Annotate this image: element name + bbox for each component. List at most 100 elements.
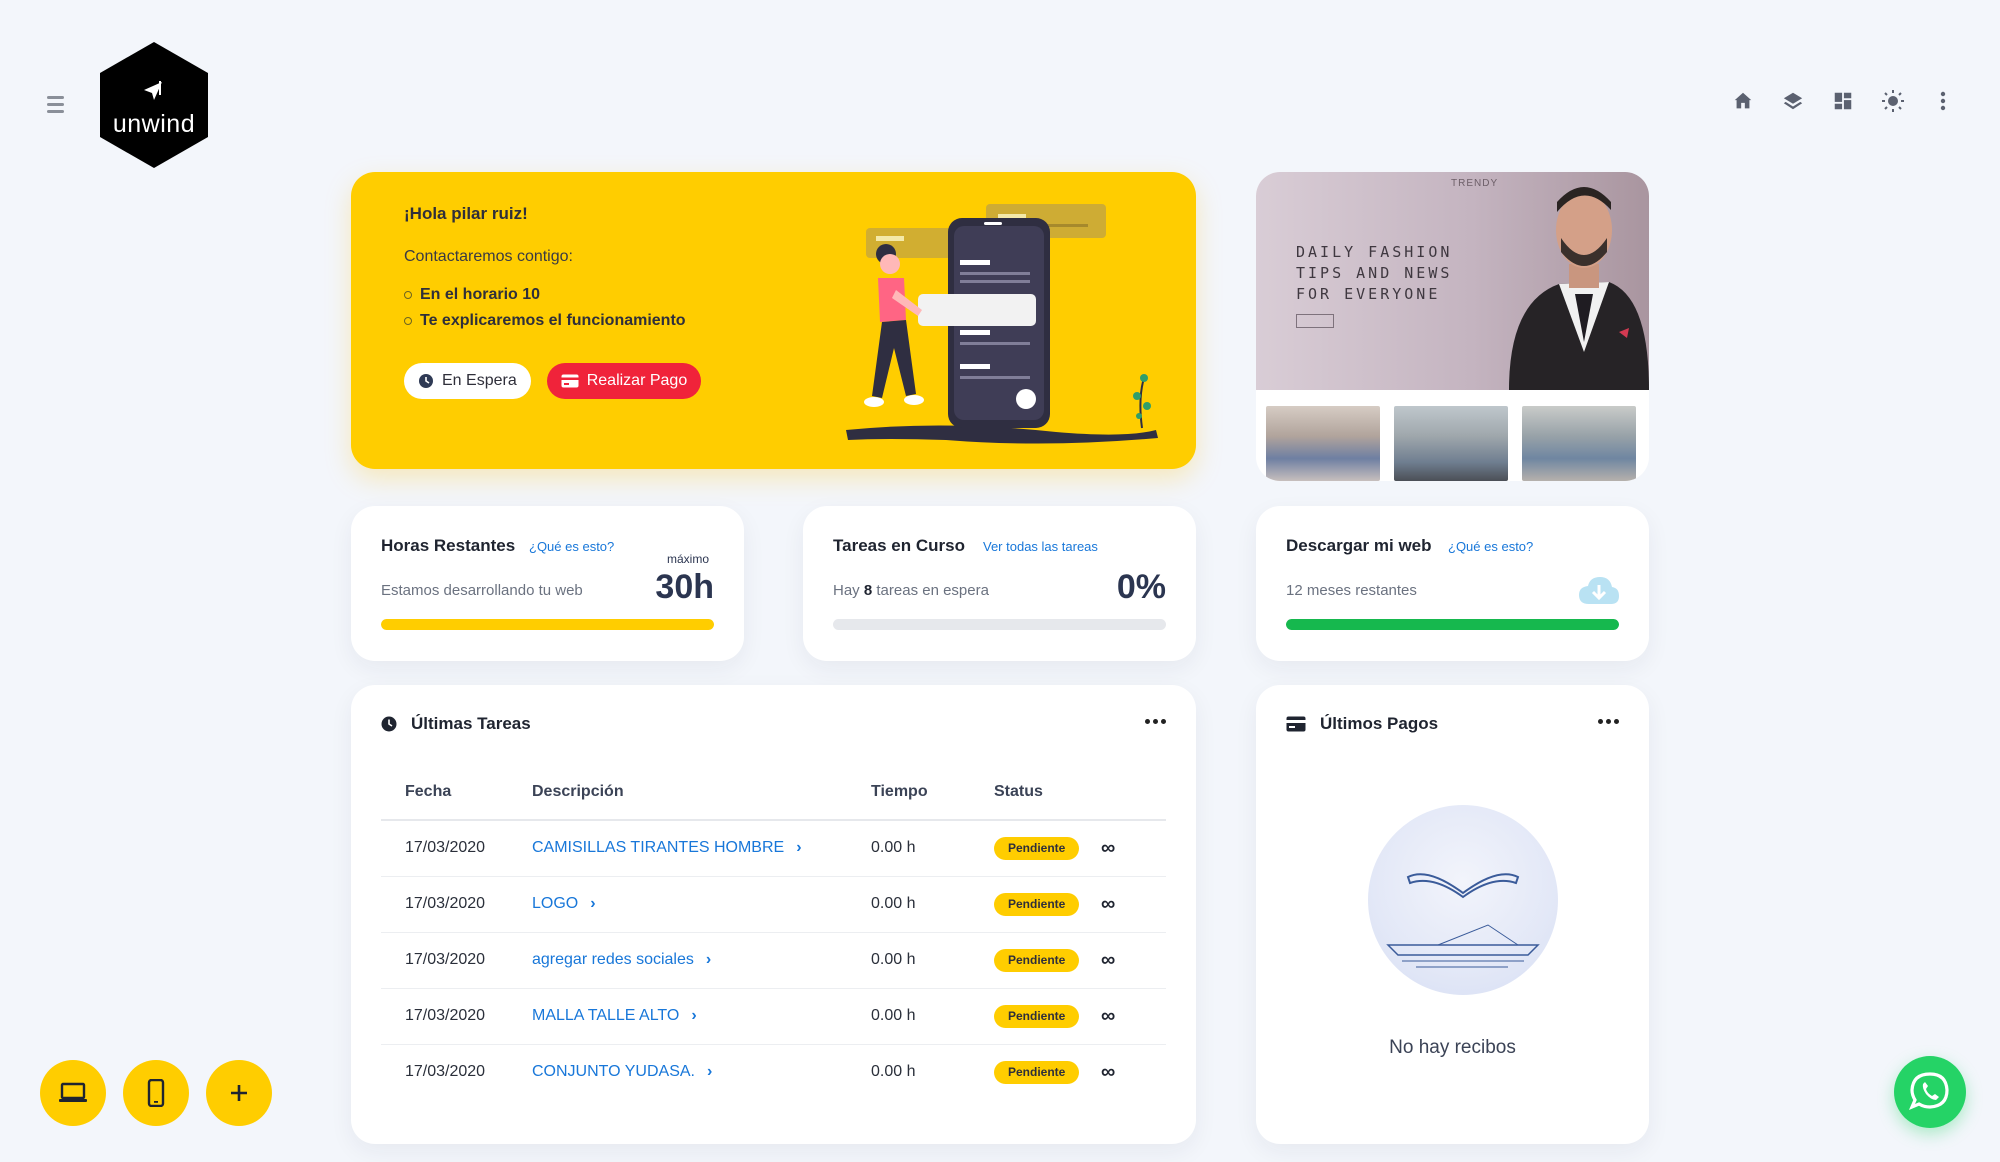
infinity-icon[interactable]: ∞ [1101,876,1166,933]
contact-text: Contactaremos contigo: [404,248,573,265]
description-link[interactable]: LOGO › [532,876,871,933]
progress-fill [381,619,714,630]
clock-icon [381,716,397,732]
status-cell: Pendiente [994,988,1101,1045]
desktop-view-button[interactable] [40,1060,106,1126]
table-row: 17/03/2020 CONJUNTO YUDASA. › 0.00 h Pend… [381,1044,1166,1100]
logo-text: unwind [112,110,196,138]
progress-fill [1286,619,1619,630]
date-cell: 17/03/2020 [381,820,532,877]
infinity-icon[interactable]: ∞ [1101,988,1166,1045]
latest-payments-panel: Últimos Pagos No hay recibos [1256,685,1649,1144]
time-cell: 0.00 h [871,988,994,1045]
more-horizontal-icon[interactable] [1145,719,1166,724]
column-header: Status [994,764,1101,821]
infinity-icon[interactable]: ∞ [1101,820,1166,877]
column-header [1101,764,1166,821]
column-header: Descripción [532,764,871,821]
what-is-this-link[interactable]: ¿Qué es esto? [1448,539,1533,554]
description-link[interactable]: CAMISILLAS TIRANTES HOMBRE › [532,820,871,877]
hours-progress-bar [381,619,714,630]
tasks-table: Fecha Descripción Tiempo Status 17/03/20… [381,764,1166,1100]
bullet-icon [404,291,412,299]
status-badge: Pendiente [994,836,1080,860]
dashboard-icon[interactable] [1830,88,1856,114]
empty-state-illustration [1368,805,1558,995]
credit-card-icon [561,374,579,388]
download-progress-bar [1286,619,1619,630]
latest-tasks-panel: Últimas Tareas Fecha Descripción Tiempo … [351,685,1196,1144]
welcome-card: ¡Hola pilar ruiz! Contactaremos contigo:… [351,172,1196,469]
infinity-icon[interactable]: ∞ [1101,1044,1166,1100]
info-list-item: Te explicaremos el funcionamiento [404,312,686,330]
phone-illustration-icon [846,204,1158,444]
chevron-right-icon: › [705,951,712,968]
column-header: Tiempo [871,764,994,821]
status-cell: Pendiente [994,876,1101,933]
more-horizontal-icon[interactable] [1598,719,1619,724]
description-link[interactable]: agregar redes sociales › [532,932,871,989]
thumbnail-image[interactable] [1522,406,1636,481]
menu-toggle-button[interactable] [44,92,68,116]
card-title: Horas Restantes [381,536,516,555]
hero-actions: En Espera Realizar Pago [404,363,702,399]
tasks-in-progress-card: Tareas en Curso Ver todas las tareas 0% … [803,506,1196,661]
status-badge: Pendiente [994,892,1080,916]
time-cell: 0.00 h [871,820,994,877]
chevron-right-icon: › [796,839,802,857]
more-vertical-icon[interactable] [1930,88,1956,114]
status-badge: Pendiente [994,1004,1080,1028]
description-link[interactable]: MALLA TALLE ALTO › [532,988,871,1045]
read-more-button[interactable] [1296,314,1334,328]
status-cell: Pendiente [994,1044,1101,1100]
info-list: En el horario 10 Te explicaremos el func… [404,286,686,338]
panel-header: Últimas Tareas [381,714,531,734]
status-cell: Pendiente [994,820,1101,877]
empty-state-text: No hay recibos [1389,1037,1516,1058]
whatsapp-button[interactable] [1894,1056,1966,1128]
waiting-button[interactable]: En Espera [404,363,531,399]
layers-icon[interactable] [1780,88,1806,114]
card-subtitle: Estamos desarrollando tu web [381,582,583,599]
home-icon[interactable] [1730,88,1756,114]
card-subtitle: Hay 8 tareas en espera [833,582,989,599]
cloud-download-icon[interactable] [1577,574,1621,606]
description-link[interactable]: CONJUNTO YUDASA. › [532,1044,871,1100]
what-is-this-link[interactable]: ¿Qué es esto? [529,539,614,554]
bullet-icon [404,317,412,325]
panel-title: Últimas Tareas [411,714,531,733]
date-cell: 17/03/2020 [405,1063,486,1081]
percent-value: 0% [1116,568,1166,606]
table-row: 17/03/2020 LOGO › 0.00 h Pendiente ∞ [381,876,1166,933]
chevron-right-icon: › [707,1063,713,1081]
table-header-row: Fecha Descripción Tiempo Status [381,764,1166,821]
view-all-tasks-link[interactable]: Ver todas las tareas [983,539,1098,554]
brightness-icon[interactable] [1880,88,1906,114]
date-cell: 17/03/2020 [381,932,532,989]
infinity-icon[interactable]: ∞ [1101,932,1166,989]
add-button[interactable] [206,1060,272,1126]
model-photo-icon [1509,187,1649,390]
table-row: 17/03/2020 agregar redes sociales › 0.00 … [381,932,1166,989]
max-label: máximo [666,552,709,566]
table-row: 17/03/2020 CAMISILLAS TIRANTES HOMBRE › 0… [381,820,1166,877]
make-payment-button[interactable]: Realizar Pago [546,363,702,399]
top-toolbar [1730,88,1956,114]
thumbnail-image[interactable] [1394,406,1508,481]
time-cell: 0.00 h [871,932,994,989]
thumbnail-row [1266,406,1636,481]
panel-title: Últimos Pagos [1320,714,1439,733]
plus-icon [231,1085,247,1101]
panel-header: Últimos Pagos [1286,714,1438,734]
tasks-progress-bar [833,619,1166,630]
laptop-icon [59,1082,87,1102]
logo[interactable]: unwind [96,40,212,170]
mobile-view-button[interactable] [123,1060,189,1126]
card-title: Tareas en Curso [833,536,965,555]
fashion-ad-banner[interactable]: TRENDY DAILY FASHION TIPS AND NEWS FOR E… [1256,172,1649,481]
download-web-card: Descargar mi web ¿Qué es esto? 12 meses … [1256,506,1649,661]
open-book-icon [1386,873,1540,968]
ad-tagline: DAILY FASHION TIPS AND NEWS FOR EVERYONE [1296,243,1453,303]
chevron-right-icon: › [590,895,596,912]
thumbnail-image[interactable] [1266,406,1380,481]
